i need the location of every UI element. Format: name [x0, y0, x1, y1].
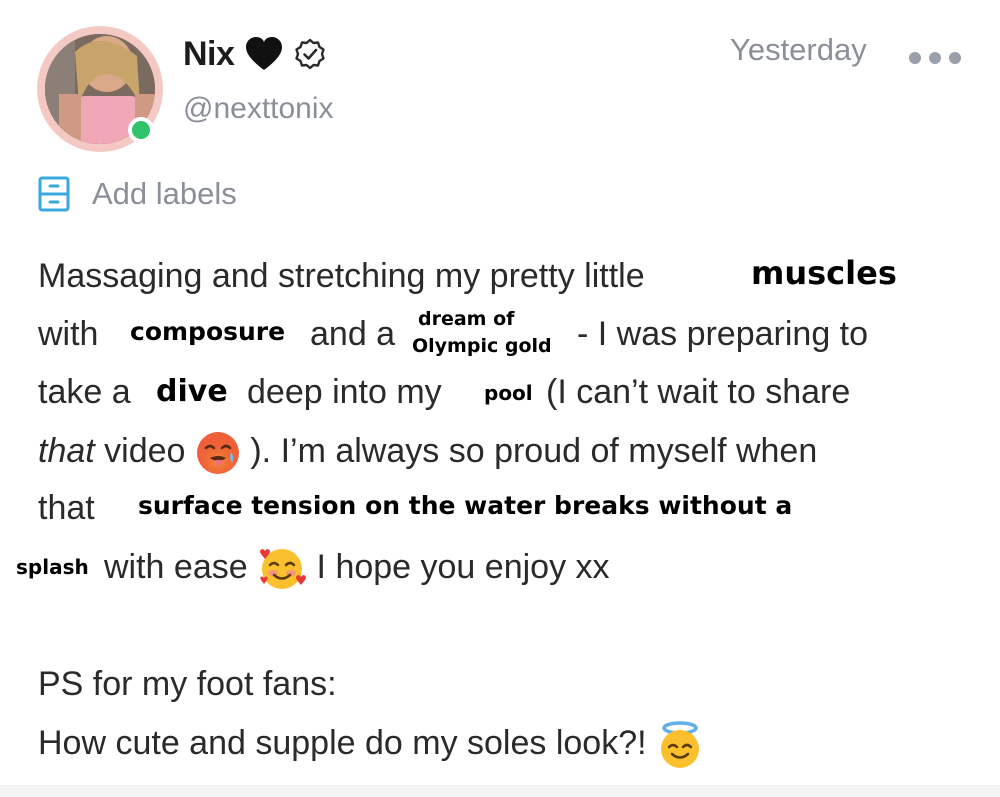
author-display-name[interactable]: Nix: [183, 35, 235, 74]
body-line-3a: take a: [38, 372, 131, 412]
body-text: deep into my: [247, 373, 442, 411]
black-heart-icon: [246, 37, 283, 70]
overlay-caption-pool: pool: [478, 376, 539, 410]
hot-face-emoji-icon: [196, 432, 239, 474]
body-text: ). I’m always so proud of myself when: [250, 431, 818, 470]
more-dots-icon: [909, 52, 961, 64]
body-text: I hope you enjoy xx: [316, 547, 610, 586]
overlay-caption-composure: composure: [124, 312, 292, 352]
body-text: - I was preparing to: [577, 315, 869, 353]
ps-line-1: PS for my foot fans:: [38, 664, 337, 704]
body-line-6: with ease I hope you enjoy xx: [104, 546, 610, 592]
body-line-5a: that: [38, 488, 95, 528]
body-text: Massaging and stretching my pretty littl…: [38, 257, 645, 295]
ps-line-2: How cute and supple do my soles look?!: [38, 720, 704, 770]
body-text-italic: that: [38, 431, 95, 470]
footer-divider: [0, 785, 1000, 797]
overlay-caption-splash: splash: [14, 550, 91, 584]
overlay-caption-olympic-line2: Olympic gold: [412, 335, 552, 357]
body-text: take a: [38, 373, 131, 411]
body-line-1: Massaging and stretching my pretty littl…: [38, 256, 645, 296]
body-text: with ease: [104, 547, 248, 586]
label-drawer-icon: [38, 176, 70, 212]
overlay-caption-olympic-line1: dream of: [418, 308, 515, 330]
overlay-caption-surface-tension: surface tension on the water breaks with…: [126, 484, 940, 528]
overlay-caption-olympic: dream of Olympic gold: [408, 306, 576, 362]
body-text: that: [38, 489, 95, 527]
overlay-caption-muscles: muscles: [747, 252, 901, 294]
body-text: (I can’t wait to share: [546, 373, 851, 411]
overlay-caption-dive: dive: [150, 371, 234, 413]
body-text: and a: [310, 315, 396, 353]
author-handle[interactable]: @nexttonix: [183, 92, 334, 126]
smiling-face-with-hearts-emoji-icon: [260, 549, 307, 589]
body-line-4: that video ). I’m always so proud of mys…: [38, 430, 817, 476]
body-text: video: [104, 431, 186, 470]
online-status-dot: [128, 117, 154, 143]
smiling-face-with-halo-emoji-icon: [661, 721, 700, 768]
post-card: Nix @nexttonix Yesterday Add labels Mass…: [0, 0, 1000, 797]
add-labels-button[interactable]: Add labels: [38, 176, 237, 212]
author-name-row: Nix: [183, 32, 326, 76]
body-text: with: [38, 315, 99, 353]
body-text: PS for my foot fans:: [38, 665, 337, 703]
add-labels-label: Add labels: [92, 176, 237, 211]
body-line-2c: - I was preparing to: [577, 314, 868, 354]
body-text: How cute and supple do my soles look?!: [38, 723, 647, 762]
body-line-2b: and a: [310, 314, 395, 354]
body-line-3c: (I can’t wait to share: [546, 372, 850, 412]
body-line-3b: deep into my: [247, 372, 442, 412]
more-options-button[interactable]: [906, 38, 964, 78]
verified-badge-icon: [295, 38, 326, 70]
body-line-2a: with: [38, 314, 98, 354]
post-timestamp: Yesterday: [730, 32, 867, 67]
